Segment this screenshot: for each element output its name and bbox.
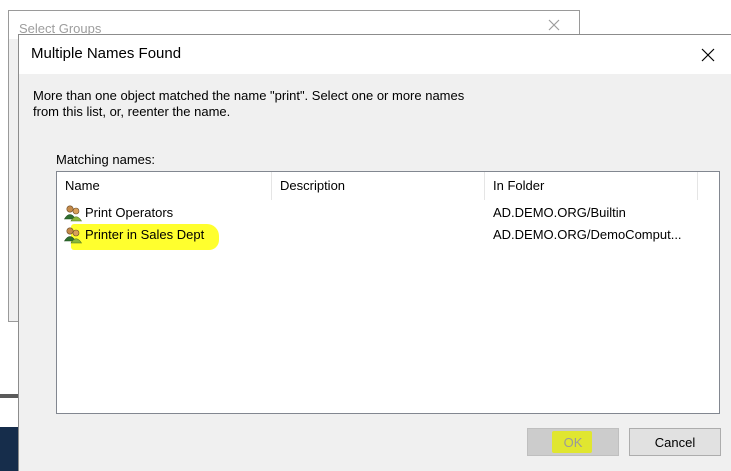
row-folder: AD.DEMO.ORG/DemoComput... [493,227,682,242]
column-header-description[interactable]: Description [272,172,485,200]
message-line-1: More than one object matched the name "p… [33,88,465,103]
cancel-button[interactable]: Cancel [629,428,721,456]
dialog-title: Multiple Names Found [31,45,182,62]
column-header-name[interactable]: Name [57,172,272,200]
close-icon[interactable] [547,18,561,32]
matching-names-list[interactable]: Name Description In Folder Print Operato… [56,171,720,414]
close-icon [701,48,715,62]
list-item[interactable]: Printer in Sales Dept AD.DEMO.ORG/DemoCo… [57,224,719,250]
column-header-in-folder[interactable]: In Folder [485,172,698,200]
background-divider [0,394,18,398]
row-name: Printer in Sales Dept [85,227,205,242]
ok-button-label: OK [563,434,583,450]
group-icon [63,205,83,222]
dialog-titlebar: Multiple Names Found [19,35,731,74]
close-button[interactable] [693,40,723,70]
list-header: Name Description In Folder [57,172,719,200]
row-folder: AD.DEMO.ORG/Builtin [493,205,626,220]
ok-button[interactable]: OK [527,428,619,456]
taskbar-fragment [0,427,18,471]
multiple-names-dialog: Multiple Names Found More than one objec… [18,34,731,471]
list-item[interactable]: Print Operators AD.DEMO.ORG/Builtin [57,202,719,224]
row-name: Print Operators [85,205,174,220]
message-line-2: from this list, or, reenter the name. [33,104,231,119]
group-icon [63,227,83,244]
matching-names-label: Matching names: [56,152,155,167]
dialog-message: More than one object matched the name "p… [33,88,503,120]
